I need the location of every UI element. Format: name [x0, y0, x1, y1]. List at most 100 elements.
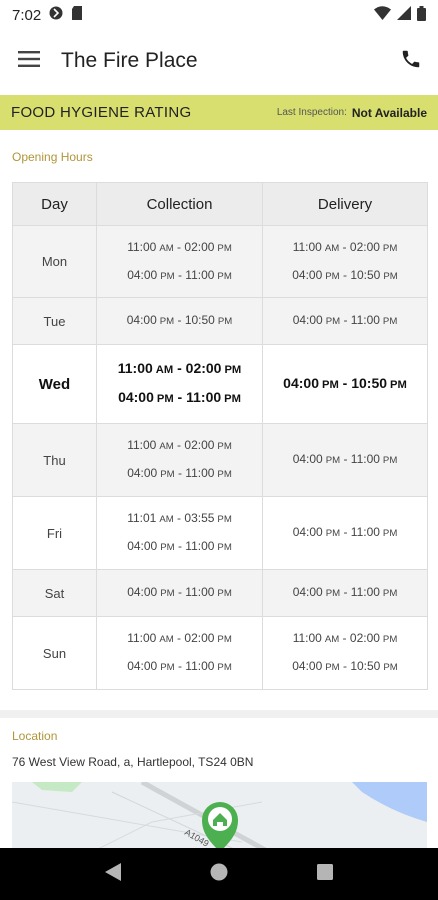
ampm-label: PM — [217, 242, 232, 254]
time-slot: 04:00 PM - 11:00 PM — [263, 307, 427, 335]
time-separator: - — [173, 511, 185, 525]
time-separator: - — [173, 631, 185, 645]
time-slot: 04:00 PM - 11:00 PM — [263, 519, 427, 547]
time-value: 11:00 — [185, 466, 215, 480]
time-value: 04:00 — [292, 313, 323, 327]
content-area[interactable]: Opening Hours Day Collection Delivery Mo… — [0, 130, 438, 848]
ampm-label: PM — [390, 378, 407, 391]
time-slot: 04:00 PM - 11:00 PM — [97, 653, 262, 681]
table-row: Tue 04:00 PM - 10:50 PM 04:00 PM - 11:00 PM — [12, 297, 428, 345]
table-row: Thu 11:00 AM - 02:00 PM 04:00 PM - 11:00 PM 04:… — [12, 423, 428, 497]
address-text: 76 West View Road, a, Hartlepool, TS24 0… — [12, 755, 254, 769]
ampm-label: AM — [159, 441, 174, 452]
time-value: 04:00 — [118, 389, 154, 405]
ampm-label: AM — [324, 242, 340, 254]
notification-icon — [49, 6, 63, 24]
ampm-label: PM — [160, 469, 175, 480]
hygiene-title: FOOD HYGIENE RATING — [11, 104, 192, 121]
ampm-label: PM — [382, 588, 398, 599]
time-value: 11:01 — [127, 511, 157, 525]
time-value: 11:00 — [292, 631, 322, 645]
opening-hours-table: Day Collection Delivery Mon 11:00 AM - 02:… — [12, 182, 428, 690]
delivery-cell: 11:00 AM - 02:00 PM 04:00 PM - 10:50 PM — [262, 616, 428, 690]
day-cell: Sat — [12, 569, 97, 617]
ampm-label: PM — [160, 662, 175, 673]
time-separator: - — [173, 389, 187, 405]
time-value: 04:00 — [292, 659, 323, 673]
food-hygiene-banner: FOOD HYGIENE RATING Last Inspection: Not… — [0, 95, 438, 130]
ampm-label: PM — [321, 378, 339, 391]
ampm-label: PM — [217, 270, 232, 282]
time-slot: 11:01 AM - 03:55 PM — [97, 505, 262, 533]
time-slot: 11:00 AM - 02:00 PM — [97, 234, 262, 262]
opening-hours-title: Opening Hours — [12, 150, 93, 164]
day-cell: Thu — [12, 423, 97, 497]
recents-icon[interactable] — [317, 863, 334, 885]
day-cell: Wed — [12, 344, 97, 424]
time-value: 11:00 — [127, 631, 157, 645]
ampm-label: PM — [160, 588, 175, 599]
time-value: 04:00 — [292, 452, 323, 466]
header-day: Day — [12, 182, 97, 226]
collection-cell: 04:00 PM - 10:50 PM — [96, 297, 263, 345]
ampm-label: PM — [325, 588, 341, 599]
time-slot: 11:00 AM - 02:00 PM — [263, 625, 427, 653]
time-slot: 04:00 PM - 11:00 PM — [97, 579, 262, 607]
battery-icon — [417, 5, 426, 25]
time-value: 10:50 — [351, 374, 388, 391]
ampm-label: PM — [383, 270, 398, 282]
phone-icon[interactable] — [400, 48, 422, 75]
table-header-row: Day Collection Delivery — [12, 182, 428, 226]
table-row: Sat 04:00 PM - 11:00 PM 04:00 PM - 11:00 PM — [12, 569, 428, 617]
time-slot: 04:00 PM - 10:50 PM — [263, 370, 427, 399]
ampm-label: PM — [325, 316, 341, 327]
time-value: 11:00 — [186, 389, 222, 405]
table-row: Wed 11:00 AM - 02:00 PM 04:00 PM - 11:00 PM 04:… — [12, 344, 428, 424]
back-icon[interactable] — [104, 862, 121, 886]
last-inspection-value: Not Available — [351, 105, 427, 120]
ampm-label: AM — [159, 514, 174, 525]
time-value: 03:55 — [184, 511, 215, 525]
ampm-label: PM — [325, 270, 340, 282]
time-value: 11:00 — [350, 313, 380, 327]
ampm-label: PM — [217, 441, 232, 452]
header-delivery: Delivery — [262, 182, 428, 226]
time-value: 11:00 — [127, 239, 157, 254]
ampm-label: PM — [382, 316, 398, 327]
time-value: 10:50 — [184, 313, 215, 327]
time-value: 11:00 — [350, 525, 380, 539]
time-separator: - — [174, 539, 186, 553]
signal-icon — [397, 6, 411, 24]
status-bar: 7:02 — [0, 0, 438, 30]
delivery-cell: 04:00 PM - 11:00 PM — [262, 496, 428, 570]
time-slot: 11:00 AM - 02:00 PM — [97, 625, 262, 653]
collection-cell: 11:00 AM - 02:00 PM 04:00 PM - 11:00 PM — [96, 616, 263, 690]
home-icon[interactable] — [210, 863, 228, 886]
time-slot: 11:00 AM - 02:00 PM — [263, 234, 427, 262]
ampm-label: AM — [324, 634, 340, 645]
time-separator: - — [339, 239, 350, 254]
time-separator: - — [174, 313, 185, 327]
time-slot: 11:00 AM - 02:00 PM — [97, 432, 262, 460]
sd-card-icon — [71, 6, 83, 24]
ampm-label: AM — [159, 634, 174, 645]
collection-cell: 11:01 AM - 03:55 PM 04:00 PM - 11:00 PM — [96, 496, 263, 570]
time-value: 04:00 — [127, 585, 158, 599]
last-inspection-label: Last Inspection: — [276, 107, 347, 118]
time-value: 11:00 — [185, 539, 215, 553]
hamburger-icon[interactable] — [18, 50, 40, 72]
ampm-label: PM — [383, 662, 398, 673]
time-slot: 04:00 PM - 11:00 PM — [97, 533, 262, 561]
app-bar: The Fire Place — [0, 30, 438, 92]
time-value: 04:00 — [283, 374, 319, 391]
collection-cell: 11:00 AM - 02:00 PM 04:00 PM - 11:00 PM — [96, 225, 263, 298]
location-map[interactable]: A1049 — [12, 782, 427, 848]
time-value: 02:00 — [184, 631, 215, 645]
ampm-label: PM — [382, 242, 398, 254]
time-separator: - — [173, 239, 185, 254]
time-slot: 04:00 PM - 10:50 PM — [263, 262, 427, 290]
time-slot: 11:00 AM - 02:00 PM — [97, 355, 262, 384]
time-value: 04:00 — [127, 466, 158, 480]
time-value: 02:00 — [184, 438, 215, 452]
status-time: 7:02 — [12, 6, 42, 24]
